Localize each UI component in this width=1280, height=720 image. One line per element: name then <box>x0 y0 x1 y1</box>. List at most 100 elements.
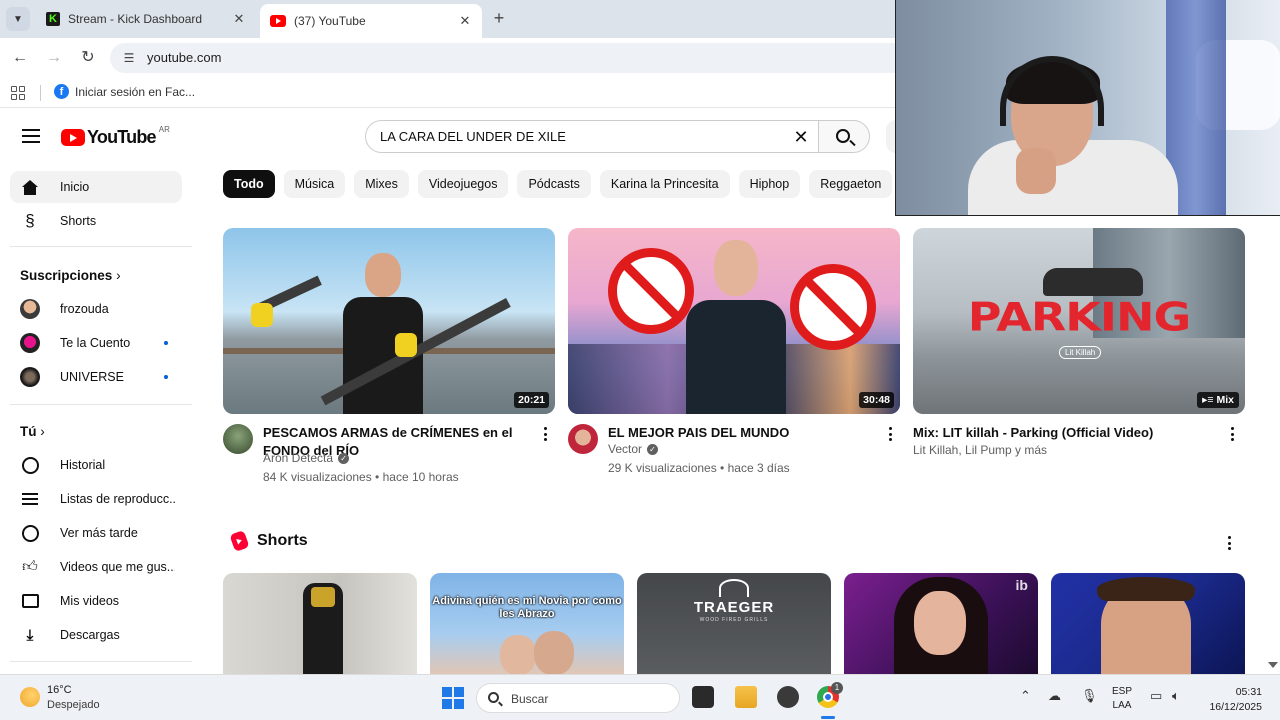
reload-button[interactable]: ↻ <box>77 47 99 69</box>
volume-icon[interactable]: 🔈︎ <box>1172 688 1180 704</box>
ban-icon <box>790 264 876 350</box>
sidebar-item-label: Ver más tarde <box>60 526 138 540</box>
tab-youtube[interactable]: (37) YouTube ✕ <box>260 4 482 38</box>
video-thumbnail[interactable]: PARKING Lit Killah ▸≡ Mix <box>913 228 1245 414</box>
tab-title: (37) YouTube <box>294 14 366 28</box>
system-clock[interactable]: 05:31 16/12/2025 <box>1204 685 1262 715</box>
bookmark-facebook[interactable]: f Iniciar sesión en Fac... <box>54 84 195 99</box>
apps-icon[interactable] <box>11 86 25 100</box>
video-card[interactable]: 20:21 PESCAMOS ARMAS de CRÍMENES en el F… <box>223 228 555 504</box>
youtube-play-icon <box>61 129 85 146</box>
sidebar-item-historial[interactable]: Historial <box>10 449 182 481</box>
sidebar-item-frozouda[interactable]: frozouda <box>10 293 182 325</box>
network-icon[interactable]: ▭ <box>1150 688 1162 704</box>
tab-search-button[interactable]: ▼ <box>6 7 30 31</box>
clear-search-icon[interactable]: ✕ <box>790 126 812 148</box>
scroll-down-arrow-icon[interactable] <box>1268 662 1278 668</box>
avatar <box>20 299 40 319</box>
sidebar-item-universe[interactable]: UNIVERSE <box>10 361 182 393</box>
taskbar-search[interactable]: Buscar <box>476 683 680 713</box>
weather-sun-icon[interactable] <box>20 687 40 707</box>
short-card[interactable] <box>1051 573 1245 674</box>
sidebar-item-shorts[interactable]: § Shorts <box>10 205 182 237</box>
chip-reggaeton[interactable]: Reggaeton <box>809 170 893 198</box>
channel-avatar[interactable] <box>223 424 253 454</box>
video-thumbnail[interactable]: 30:48 <box>568 228 900 414</box>
more-options-icon[interactable] <box>537 424 553 444</box>
ban-icon <box>608 248 694 334</box>
sidebar-item-my-videos[interactable]: Mis videos <box>10 585 182 617</box>
weather-description[interactable]: Despejado <box>47 699 100 711</box>
video-channel[interactable]: Vector ✓ <box>608 442 659 456</box>
sidebar-item-watch-later[interactable]: Ver más tarde <box>10 517 182 549</box>
microphone-icon[interactable]: 🎙︎ <box>1081 688 1098 704</box>
sidebar-item-downloads[interactable]: ⤓ Descargas <box>10 619 182 651</box>
sidebar-item-label: Listas de reproducc... <box>60 492 175 506</box>
taskbar-search-placeholder: Buscar <box>511 692 549 706</box>
chevron-up-icon[interactable]: ⌃ <box>1020 688 1031 704</box>
site-info-icon[interactable]: ☰ <box>120 49 138 67</box>
address-bar[interactable]: ☰ youtube.com <box>110 43 910 73</box>
youtube-logo[interactable]: YouTube AR <box>61 125 170 148</box>
obs-icon[interactable] <box>777 686 799 708</box>
chip-mixes[interactable]: Mixes <box>354 170 409 198</box>
more-options-icon[interactable] <box>1222 533 1236 553</box>
chip-musica[interactable]: Música <box>283 170 346 198</box>
sidebar-item-te-la-cuento[interactable]: Te la Cuento <box>10 327 182 359</box>
chip-videojuegos[interactable]: Videojuegos <box>417 170 509 198</box>
video-channel[interactable]: Lit Killah, Lil Pump y más <box>913 443 1047 457</box>
avatar <box>20 367 40 387</box>
sidebar-item-inicio[interactable]: Inicio <box>10 171 182 203</box>
short-caption: TRAEGER <box>693 599 775 616</box>
file-explorer-icon[interactable] <box>735 686 757 708</box>
short-card[interactable]: Adivina quién es mi Novia por como les A… <box>430 573 624 674</box>
more-options-icon[interactable] <box>1224 424 1240 444</box>
thumbnail-art <box>395 333 417 357</box>
short-card[interactable]: TRAEGER WOOD FIRED GRILLS <box>637 573 831 674</box>
search-button[interactable] <box>818 120 870 153</box>
chip-hiphop[interactable]: Hiphop <box>738 170 801 198</box>
language-indicator[interactable]: ESP LAA <box>1112 685 1132 713</box>
video-title[interactable]: EL MEJOR PAIS DEL MUNDO <box>608 424 878 442</box>
sidebar-item-playlists[interactable]: Listas de reproducc... <box>10 483 182 515</box>
tab-kick-dashboard[interactable]: K Stream - Kick Dashboard ✕ <box>36 4 256 34</box>
verified-icon: ✓ <box>338 452 350 464</box>
home-icon <box>20 177 40 197</box>
close-icon[interactable]: ✕ <box>230 11 248 27</box>
new-tab-button[interactable]: + <box>488 8 510 30</box>
search-input[interactable]: LA CARA DEL UNDER DE XILE ✕ <box>365 120 818 153</box>
video-duration: 30:48 <box>859 392 894 408</box>
video-card[interactable]: PARKING Lit Killah ▸≡ Mix Mix: LIT killa… <box>913 228 1245 504</box>
url-text: youtube.com <box>147 50 222 65</box>
forward-button[interactable]: → <box>43 47 65 69</box>
onedrive-cloud-icon[interactable]: ☁ <box>1048 688 1061 704</box>
more-options-icon[interactable] <box>882 424 898 444</box>
video-title[interactable]: Mix: LIT killah - Parking (Official Vide… <box>913 424 1223 442</box>
back-button[interactable]: ← <box>9 47 31 69</box>
sidebar-divider <box>10 246 192 247</box>
thumbnail-art <box>303 583 343 674</box>
taskview-icon[interactable] <box>692 686 714 708</box>
video-card[interactable]: 30:48 EL MEJOR PAIS DEL MUNDO Vector ✓ 29… <box>568 228 900 504</box>
chip-todo[interactable]: Todo <box>223 170 275 198</box>
video-channel[interactable]: Aron Detecta ✓ <box>263 451 350 465</box>
thumbnail-art <box>251 303 273 327</box>
menu-icon[interactable] <box>22 129 40 143</box>
new-content-dot <box>164 341 168 345</box>
windows-start-icon[interactable] <box>442 687 464 709</box>
short-card[interactable] <box>223 573 417 674</box>
weather-temperature[interactable]: 16°C <box>47 684 72 696</box>
chip-karina[interactable]: Karina la Princesita <box>599 170 730 198</box>
you-heading[interactable]: Tú › <box>20 424 45 439</box>
chevron-down-icon: ▼ <box>13 13 23 25</box>
sidebar-item-label: UNIVERSE <box>60 370 124 384</box>
short-caption: ib <box>1015 577 1028 593</box>
chip-podcasts[interactable]: Pódcasts <box>517 170 591 198</box>
subscriptions-heading[interactable]: Suscripciones › <box>20 268 121 283</box>
close-icon[interactable]: ✕ <box>456 13 474 29</box>
short-card[interactable]: ib <box>844 573 1038 674</box>
channel-avatar[interactable] <box>568 424 598 454</box>
sidebar-item-liked-videos[interactable]: 👍︎ Videos que me gus... <box>10 551 182 583</box>
video-thumbnail[interactable]: 20:21 <box>223 228 555 414</box>
shorts-heading: Shorts <box>229 529 308 553</box>
